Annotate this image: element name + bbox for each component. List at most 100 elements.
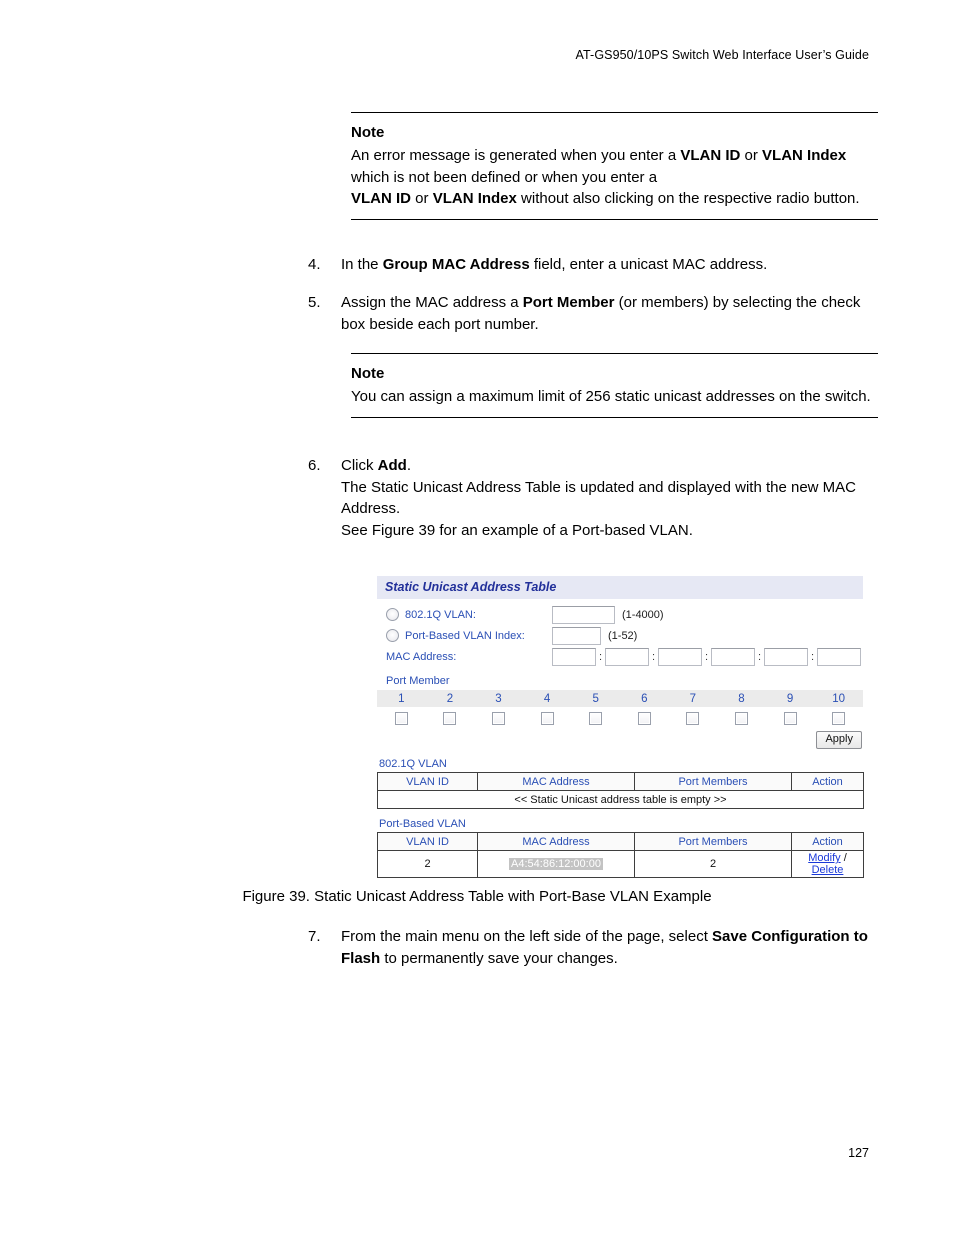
col-8021q-mac-address: MAC Address <box>477 772 635 791</box>
running-header: AT-GS950/10PS Switch Web Interface User’… <box>575 48 869 62</box>
table-port-based-header-row: VLAN ID MAC Address Port Members Action <box>377 832 864 851</box>
label-mac-address: MAC Address: <box>386 650 457 663</box>
checkbox-port-6[interactable] <box>637 711 651 725</box>
figure-caption: Figure 39. Static Unicast Address Table … <box>242 888 712 905</box>
note-1-seg-2: or <box>740 147 763 164</box>
port-checkbox-cell-6 <box>620 711 669 725</box>
col-portbased-mac-address: MAC Address <box>477 832 635 851</box>
hint-port-based-vlan-range: (1-52) <box>608 629 638 642</box>
step-5-number: 5. <box>308 294 321 311</box>
radio-port-based-vlan-index[interactable] <box>386 629 399 642</box>
table-8021q-empty-message: << Static Unicast address table is empty… <box>377 790 864 809</box>
checkbox-port-7[interactable] <box>686 711 700 725</box>
mac-octet-separator: : <box>651 650 656 663</box>
hint-8021q-vlan-range: (1-4000) <box>622 608 664 621</box>
input-mac-octet-5[interactable] <box>764 647 808 666</box>
input-mac-octet-4[interactable] <box>711 647 755 666</box>
row-mac-address: MAC Address: ::::: <box>377 646 863 667</box>
row-8021q-vlan: 802.1Q VLAN: (1-4000) <box>377 604 863 625</box>
mac-address-octet-group: ::::: <box>552 647 861 666</box>
col-portbased-vlan-id: VLAN ID <box>377 832 478 851</box>
input-port-based-vlan-index[interactable] <box>552 626 601 645</box>
port-number-label-10: 10 <box>832 692 846 705</box>
port-number-label-3: 3 <box>495 692 502 705</box>
checkbox-port-5[interactable] <box>589 711 603 725</box>
page-number: 127 <box>848 1146 869 1160</box>
input-mac-octet-3[interactable] <box>658 647 702 666</box>
step-6-line-3: See Figure 39 for an example of a Port-b… <box>341 521 693 539</box>
col-portbased-port-members: Port Members <box>634 832 792 851</box>
checkbox-port-10[interactable] <box>832 711 846 725</box>
label-port-based-vlan-index: Port-Based VLAN Index: <box>405 629 525 642</box>
table-8021q-header-row: VLAN ID MAC Address Port Members Action <box>377 772 864 791</box>
step-4-number: 4. <box>308 256 321 273</box>
modify-link[interactable]: Modify <box>808 852 840 864</box>
input-8021q-vlan-id[interactable] <box>552 605 615 624</box>
label-8021q-vlan: 802.1Q VLAN: <box>405 608 476 621</box>
figure-39-screenshot: Static Unicast Address Table 802.1Q VLAN… <box>377 576 864 878</box>
note-block-2: Note You can assign a maximum limit of 2… <box>308 353 878 418</box>
apply-button[interactable]: Apply <box>816 731 862 749</box>
note-block-1: Note An error message is generated when … <box>308 112 878 220</box>
delete-link[interactable]: Delete <box>812 864 844 876</box>
note-1-bold-vlan-id: VLAN ID <box>680 147 741 164</box>
step-6-bold-add: Add <box>377 457 407 474</box>
checkbox-port-4[interactable] <box>540 711 554 725</box>
step-5: 5. Assign the MAC address a Port Member … <box>308 292 878 335</box>
note-1-bold-vlan-index: VLAN Index <box>762 147 847 164</box>
step-6: 6. Click Add. The Static Unicast Address… <box>308 455 878 541</box>
col-portbased-action: Action <box>791 832 864 851</box>
note-1-seg-5: without also clicking on the respective … <box>516 190 860 207</box>
step-6-line-2: The Static Unicast Address Table is upda… <box>341 478 857 518</box>
note-2-title: Note <box>351 365 385 382</box>
note-1-bold-vlan-index-2: VLAN Index <box>432 190 517 207</box>
port-checkbox-cell-9 <box>766 711 815 725</box>
port-member-header-row: 1 2 3 4 5 6 7 8 9 10 <box>377 690 863 707</box>
table-port-based-vlan: VLAN ID MAC Address Port Members Action 2 A4… <box>377 832 864 878</box>
step-6-number: 6. <box>308 457 321 474</box>
step-7-text: From the main menu on the left side of t… <box>341 926 878 969</box>
checkbox-port-9[interactable] <box>783 711 797 725</box>
address-entry-form: 802.1Q VLAN: (1-4000) Port-Based VLAN In… <box>377 599 863 667</box>
input-mac-octet-2[interactable] <box>605 647 649 666</box>
port-checkbox-cell-7 <box>669 711 718 725</box>
mac-octet-separator: : <box>598 650 603 663</box>
checkbox-port-2[interactable] <box>443 711 457 725</box>
col-8021q-port-members: Port Members <box>634 772 792 791</box>
note-1-seg-4: or <box>411 190 433 207</box>
col-8021q-vlan-id: VLAN ID <box>377 772 478 791</box>
note-1-seg-1: An error message is generated when you e… <box>351 147 681 164</box>
label-table-port-based-vlan: Port-Based VLAN <box>379 818 466 830</box>
label-mac-address-wrap: MAC Address: <box>377 651 552 663</box>
step-5-bold: Port Member <box>522 294 615 311</box>
input-mac-octet-6[interactable] <box>817 647 861 666</box>
checkbox-port-1[interactable] <box>394 711 408 725</box>
action-separator: / <box>840 852 847 864</box>
step-4: 4. In the Group MAC Address field, enter… <box>308 254 878 276</box>
checkbox-port-8[interactable] <box>734 711 748 725</box>
step-7-seg-2: to permanently save your changes. <box>380 949 618 967</box>
table-8021q-empty-row: << Static Unicast address table is empty… <box>377 790 864 809</box>
note-1-title: Note <box>351 124 385 141</box>
port-number-label-8: 8 <box>738 692 745 705</box>
port-checkbox-cell-8 <box>717 711 766 725</box>
panel-title-static-unicast-address-table: Static Unicast Address Table <box>377 576 863 599</box>
port-checkbox-cell-3 <box>474 711 523 725</box>
col-8021q-action: Action <box>791 772 864 791</box>
port-number-label-9: 9 <box>786 692 794 705</box>
step-4-text: In the Group MAC Address field, enter a … <box>341 254 878 276</box>
step-7: 7. From the main menu on the left side o… <box>308 926 878 969</box>
note-1-bold-vlan-id-2: VLAN ID <box>351 190 411 207</box>
cell-port-members: 2 <box>634 850 792 878</box>
input-mac-octet-1[interactable] <box>552 647 596 666</box>
step-6-seg-2: . <box>406 457 412 474</box>
note-2-text: You can assign a maximum limit of 256 st… <box>351 388 871 405</box>
step-7-seg-1: From the main menu on the left side of t… <box>341 928 713 945</box>
checkbox-port-3[interactable] <box>491 711 505 725</box>
label-table-8021q-vlan: 802.1Q VLAN <box>379 758 447 770</box>
table-row: 2 A4:54:86:12:00:00 2 Modify / Delete <box>377 850 864 878</box>
step-7-number: 7. <box>308 928 321 945</box>
radio-8021q-vlan[interactable] <box>386 608 399 621</box>
cell-vlan-id: 2 <box>377 850 478 878</box>
port-number-label-5: 5 <box>592 692 599 705</box>
